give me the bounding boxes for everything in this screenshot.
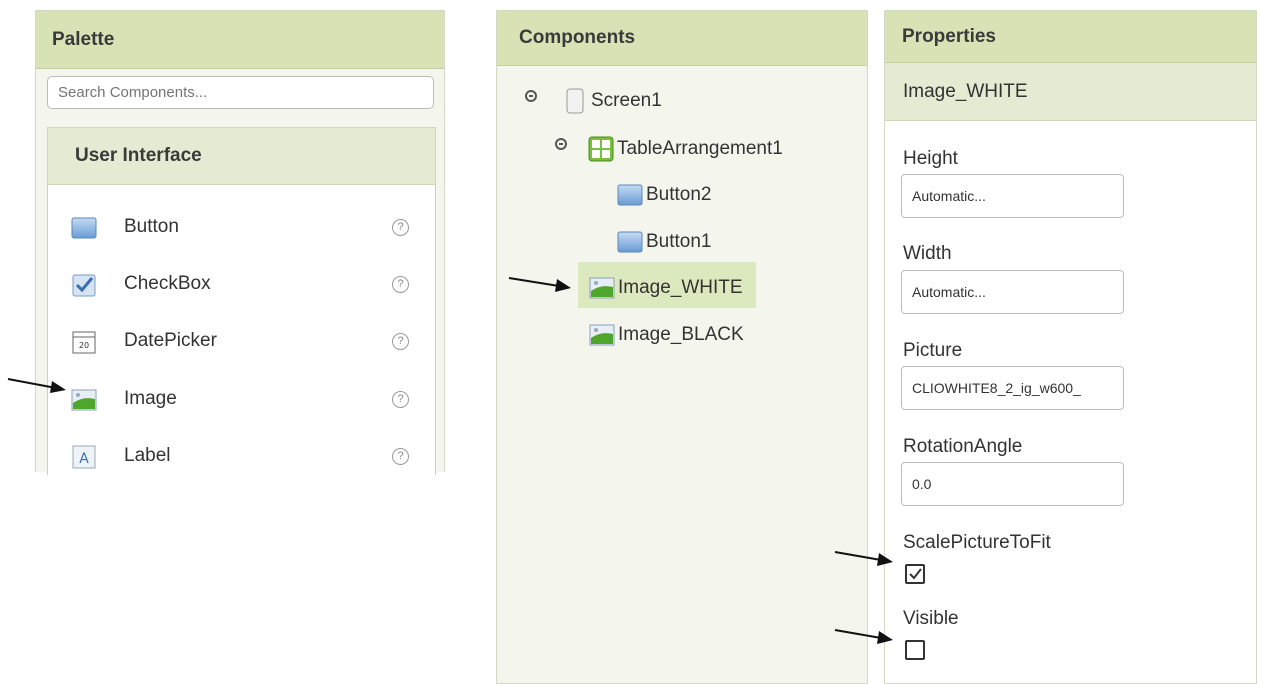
selected-component-name: Image_WHITE (885, 63, 1256, 121)
datepicker-icon: 20 (72, 331, 96, 354)
arrow-annotation-scalepicturetofit (834, 551, 893, 566)
tree-item-label: Button1 (646, 231, 712, 252)
visible-label: Visible (903, 608, 959, 629)
tree-item-button2[interactable]: Button2 (617, 177, 712, 213)
height-field[interactable]: Automatic... (901, 174, 1124, 218)
properties-panel: Properties Image_WHITE Height Automatic.… (884, 10, 1257, 684)
tree-item-label: Image_WHITE (618, 277, 743, 298)
collapse-tablearrangement1-icon[interactable] (555, 138, 567, 150)
arrow-annotation-image-white (508, 277, 571, 292)
palette-title: Palette (36, 11, 444, 69)
palette-list: Button ? CheckBox ? 20 DatePicker ? Imag… (47, 185, 436, 475)
palette-panel: Palette User Interface Button ? CheckBox… (35, 10, 445, 475)
tree-item-image-white[interactable]: Image_WHITE (589, 270, 743, 306)
arrow-annotation-image (7, 378, 66, 393)
height-label: Height (903, 148, 958, 169)
image-icon (589, 277, 615, 299)
scalepicturetofit-checkbox[interactable] (905, 564, 925, 584)
picture-field[interactable]: CLIOWHITE8_2_ig_w600_ (901, 366, 1124, 410)
width-field[interactable]: Automatic... (901, 270, 1124, 314)
svg-text:A: A (79, 451, 89, 467)
tree-item-label: Screen1 (591, 90, 662, 111)
help-icon[interactable]: ? (392, 332, 409, 350)
palette-item-image[interactable]: Image ? (48, 379, 435, 419)
search-components-input[interactable] (47, 76, 434, 109)
help-icon[interactable]: ? (392, 275, 409, 293)
tree-item-tablearrangement1[interactable]: TableArrangement1 (588, 131, 783, 167)
properties-body: Height Automatic... Width Automatic... P… (885, 121, 1256, 683)
table-arrangement-icon (588, 136, 614, 162)
visible-checkbox[interactable] (905, 640, 925, 660)
help-icon[interactable]: ? (392, 447, 409, 465)
button-icon (617, 231, 643, 253)
checkmark-icon (909, 568, 922, 580)
checkbox-icon (72, 274, 96, 297)
width-label: Width (903, 243, 952, 264)
picture-label: Picture (903, 340, 963, 361)
components-title: Components (497, 11, 867, 66)
category-user-interface[interactable]: User Interface (47, 127, 436, 185)
rotationangle-label: RotationAngle (903, 436, 1023, 457)
button-icon (71, 217, 97, 239)
palette-item-datepicker[interactable]: 20 DatePicker ? (48, 321, 435, 361)
image-icon (71, 389, 97, 411)
palette-item-label[interactable]: A Label ? (48, 436, 435, 476)
palette-item-label: Button (124, 216, 179, 237)
help-icon[interactable]: ? (392, 390, 409, 408)
tree-item-label: Button2 (646, 184, 712, 205)
collapse-screen1-icon[interactable] (525, 90, 537, 102)
tree-item-image-black[interactable]: Image_BLACK (589, 317, 744, 353)
button-icon (617, 184, 643, 206)
palette-item-button[interactable]: Button ? (48, 207, 435, 247)
help-icon[interactable]: ? (392, 218, 409, 236)
tree-item-screen1[interactable]: Screen1 (562, 83, 662, 119)
tree-item-button1[interactable]: Button1 (617, 224, 712, 260)
scalepicturetofit-label: ScalePictureToFit (903, 532, 1051, 553)
arrow-annotation-visible (834, 629, 893, 644)
tree-item-label: Image_BLACK (618, 324, 744, 345)
image-icon (589, 324, 615, 346)
palette-item-label: CheckBox (124, 273, 211, 294)
label-icon: A (72, 445, 96, 469)
palette-item-checkbox[interactable]: CheckBox ? (48, 264, 435, 304)
properties-title: Properties (885, 11, 1256, 63)
svg-text:20: 20 (79, 341, 89, 350)
rotationangle-field[interactable]: 0.0 (901, 462, 1124, 506)
palette-item-label: Image (124, 388, 177, 409)
palette-item-label: DatePicker (124, 330, 217, 351)
palette-item-label-text: Label (124, 445, 171, 466)
screen-icon (566, 88, 584, 114)
tree-item-label: TableArrangement1 (617, 138, 783, 159)
